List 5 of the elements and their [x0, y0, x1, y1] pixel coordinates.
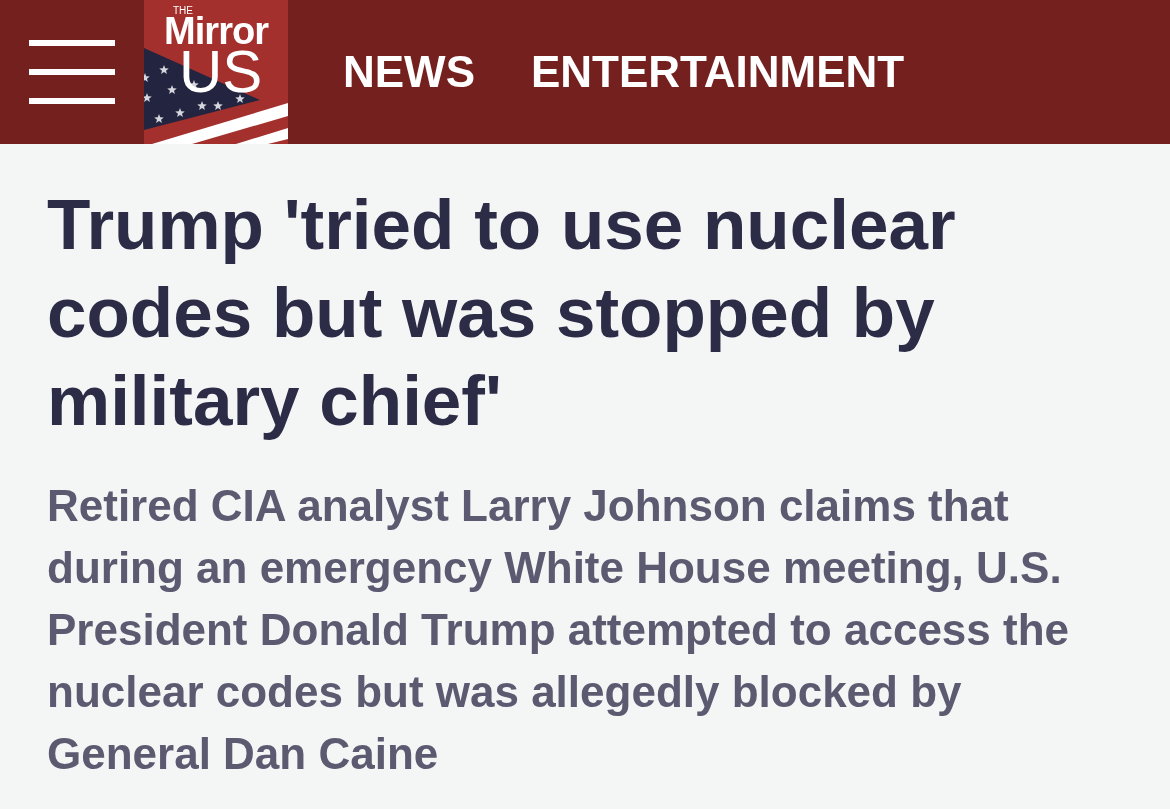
article-standfirst: Retired CIA analyst Larry Johnson claims that during an emergency White House meeting, U.S. President Donald Trump attempted to access the nuclear codes but was allegedly blocked by General Dan Caine — [47, 480, 1070, 780]
nav-link[interactable]: ENTERTAINMENT — [531, 50, 905, 94]
menu-icon — [29, 40, 115, 104]
nav-link[interactable]: NEWS — [343, 50, 475, 94]
article-headline: Trump 'tried to use nuclear codes but was stopped by military chief' — [47, 184, 957, 442]
